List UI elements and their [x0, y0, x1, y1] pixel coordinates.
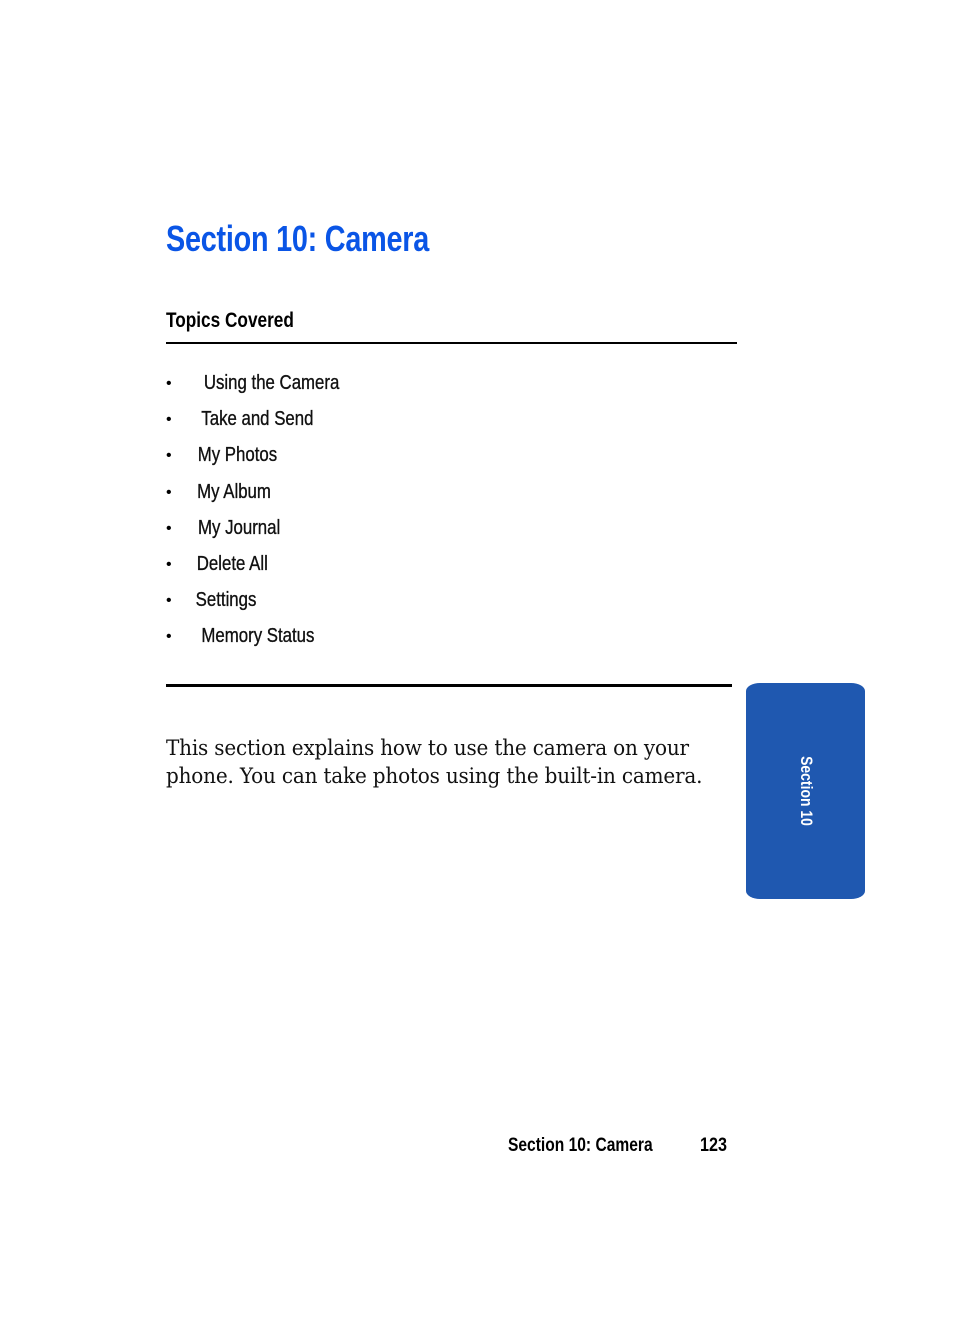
intro-paragraph: This section explains how to use the cam…: [166, 735, 703, 790]
topic-label: Using the Camera: [203, 371, 340, 394]
topic-label: Memory Status: [201, 624, 315, 648]
bullet-icon: •: [166, 375, 172, 392]
footer-section-title: Section 10: Camera: [508, 1135, 653, 1156]
page-title: Section 10: Camera: [166, 218, 429, 260]
bullet-icon: •: [166, 555, 172, 573]
bullet-icon: •: [166, 447, 172, 465]
topic-label: Delete All: [196, 551, 268, 575]
top-divider: [166, 342, 737, 344]
bullet-icon: •: [166, 483, 172, 501]
topic-label: My Album: [197, 479, 271, 503]
topic-label: Take and Send: [201, 407, 314, 431]
bullet-icon: •: [166, 519, 172, 537]
bullet-icon: •: [166, 411, 172, 429]
topic-label: My Journal: [198, 515, 281, 539]
section-tab-label: Section 10: [796, 756, 816, 826]
bottom-divider: [166, 684, 732, 687]
bullet-icon: •: [166, 628, 172, 646]
topic-label: My Photos: [197, 443, 278, 467]
topics-heading: Topics Covered: [166, 309, 294, 332]
page-number: 123: [700, 1135, 727, 1156]
topic-label: Settings: [195, 588, 257, 612]
bullet-icon: •: [166, 592, 172, 610]
section-tab: Section 10: [746, 683, 865, 899]
